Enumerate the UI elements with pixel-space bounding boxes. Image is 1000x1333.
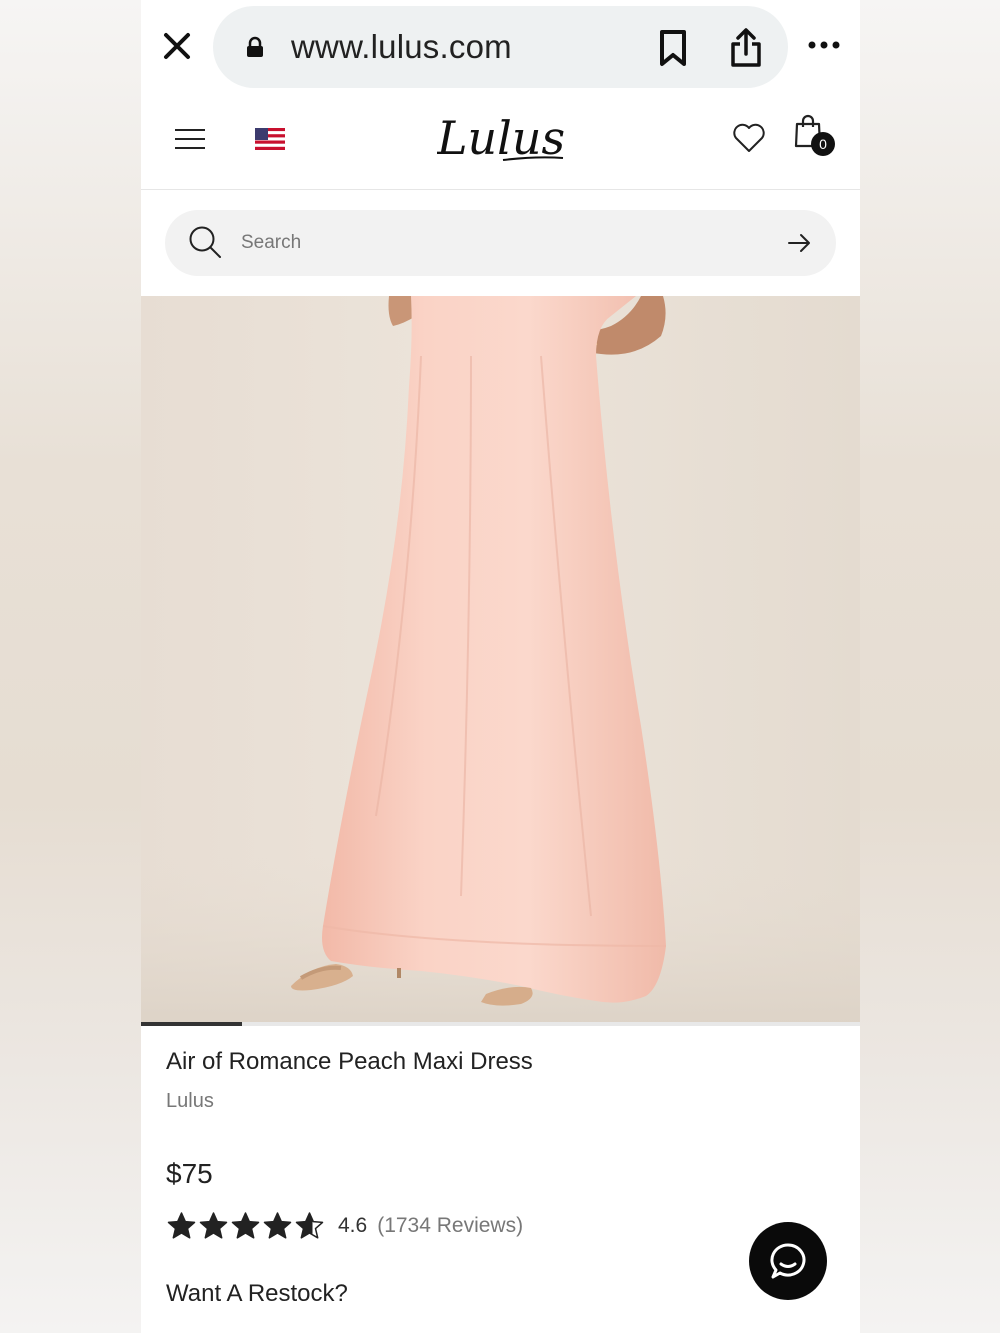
gallery-progress-track (141, 1022, 860, 1026)
lulus-logo[interactable]: Lulus (437, 110, 567, 172)
more-options-button[interactable] (805, 30, 843, 60)
restock-heading: Want A Restock? (166, 1280, 348, 1307)
rating-row[interactable]: 4.6 (1734 Reviews) (166, 1210, 523, 1242)
close-button[interactable] (159, 28, 195, 64)
star-rating (166, 1211, 326, 1241)
url-text: www.lulus.com (291, 28, 512, 65)
review-count-link[interactable]: (1734 Reviews) (377, 1214, 523, 1238)
us-flag-icon[interactable] (255, 128, 285, 150)
star-icon (295, 1212, 324, 1239)
lock-icon (247, 36, 263, 57)
star-icon (263, 1212, 292, 1239)
dress-illustration (141, 296, 860, 1024)
search-icon (189, 226, 221, 258)
address-bar[interactable]: www.lulus.com (213, 6, 788, 88)
bookmark-icon (660, 30, 686, 66)
product-price: $75 (166, 1158, 213, 1189)
chat-bubble-icon (770, 1243, 806, 1279)
cart-count-badge: 0 (811, 132, 835, 156)
search-input[interactable] (241, 224, 761, 262)
chat-button[interactable] (749, 1222, 827, 1300)
heart-icon[interactable] (731, 120, 767, 156)
star-icon (231, 1212, 260, 1239)
more-icon (808, 41, 840, 49)
browser-toolbar: www.lulus.com (141, 0, 860, 92)
arrow-right-icon[interactable] (785, 230, 815, 256)
rating-value: 4.6 (338, 1214, 368, 1237)
site-header: Lulus 0 (141, 92, 860, 190)
share-button[interactable] (718, 20, 774, 76)
bookmark-button[interactable] (645, 20, 701, 76)
search-bar (165, 210, 836, 276)
product-brand[interactable]: Lulus (166, 1090, 214, 1113)
share-icon (731, 28, 761, 67)
close-icon (164, 33, 190, 59)
mobile-page: www.lulus.com Lulus 0 Search Air of Roma… (141, 0, 860, 1333)
hamburger-menu-icon[interactable] (171, 122, 209, 156)
product-image[interactable] (141, 296, 860, 1024)
star-icon (167, 1212, 196, 1239)
star-icon (199, 1212, 228, 1239)
gallery-progress-indicator (141, 1022, 242, 1026)
cart-button[interactable]: 0 (793, 114, 835, 160)
product-title: Air of Romance Peach Maxi Dress (166, 1048, 533, 1075)
